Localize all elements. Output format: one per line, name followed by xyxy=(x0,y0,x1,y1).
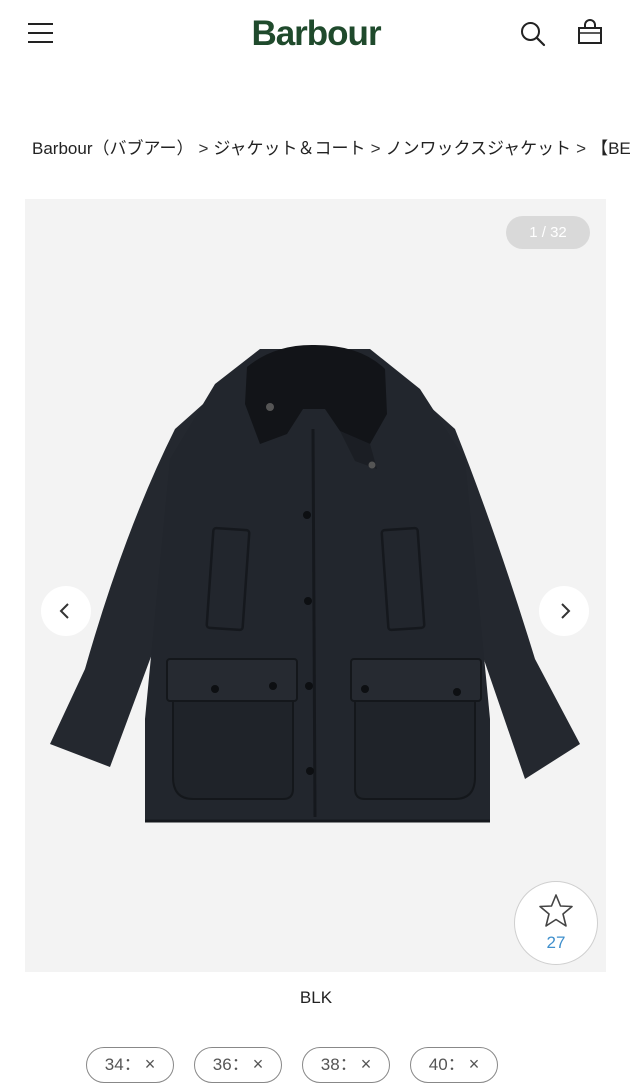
chevron-right-icon xyxy=(561,603,571,619)
chevron-left-icon xyxy=(59,603,69,619)
breadcrumb-item-jackets[interactable]: ジャケット＆コート xyxy=(213,139,365,158)
sold-out-icon: × xyxy=(468,1054,480,1074)
size-label: 40： xyxy=(428,1055,465,1074)
breadcrumb-item-product[interactable]: 【BEDALE xyxy=(591,139,632,158)
favorite-button[interactable]: 27 xyxy=(514,881,598,965)
sold-out-icon: × xyxy=(144,1054,156,1074)
breadcrumb-separator: > xyxy=(198,139,209,158)
favorite-count: 27 xyxy=(546,933,566,952)
image-counter: 1 / 32 xyxy=(506,216,590,249)
breadcrumb-item-brand[interactable]: Barbour（バブアー） xyxy=(32,139,193,158)
star-outline-icon xyxy=(539,894,573,927)
size-chip-38[interactable]: 38： × xyxy=(302,1047,390,1083)
breadcrumb-separator: > xyxy=(576,139,587,158)
size-label: 36： xyxy=(212,1055,249,1074)
size-chip-34[interactable]: 34： × xyxy=(86,1047,174,1083)
site-header: Barbour xyxy=(0,0,632,70)
hamburger-menu-icon[interactable] xyxy=(28,21,54,45)
size-chip-36[interactable]: 36： × xyxy=(194,1047,282,1083)
product-image xyxy=(50,344,580,823)
size-chip-40[interactable]: 40： × xyxy=(410,1047,498,1083)
brand-logo[interactable]: Barbour xyxy=(251,14,381,53)
product-image-gallery[interactable]: 1 / 32 27 xyxy=(25,199,606,972)
breadcrumb: Barbour（バブアー）>ジャケット＆コート>ノンワックスジャケット>【BED… xyxy=(32,134,632,160)
next-image-button[interactable] xyxy=(539,586,589,636)
breadcrumb-item-nonwax[interactable]: ノンワックスジャケット xyxy=(386,139,572,158)
sold-out-icon: × xyxy=(252,1054,264,1074)
breadcrumb-separator: > xyxy=(370,139,381,158)
previous-image-button[interactable] xyxy=(41,586,91,636)
color-name: BLK xyxy=(299,988,333,1007)
shopping-bag-icon[interactable] xyxy=(575,18,605,48)
size-label: 38： xyxy=(320,1055,357,1074)
size-label: 34： xyxy=(104,1055,141,1074)
sold-out-icon: × xyxy=(360,1054,372,1074)
search-icon[interactable] xyxy=(518,19,548,49)
